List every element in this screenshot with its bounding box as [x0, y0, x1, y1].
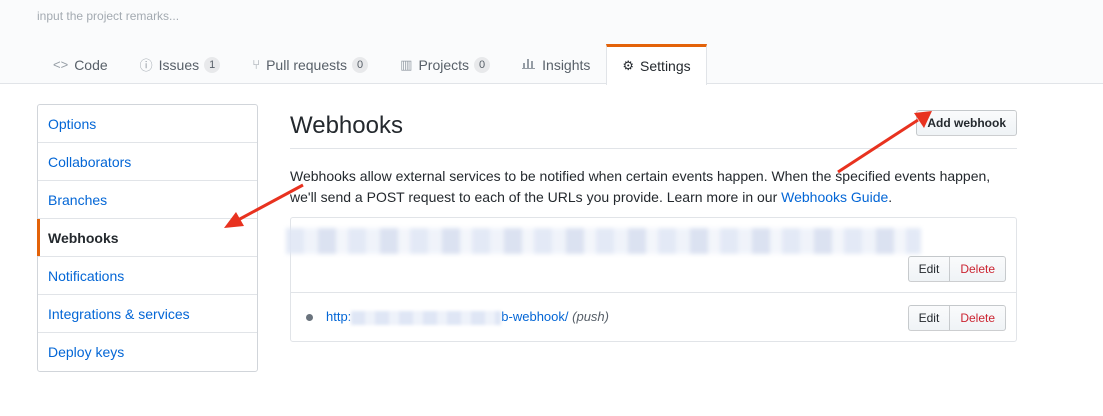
webhook-list: Edit Delete http: b-webhook/ (push) Edit … — [286, 217, 1017, 342]
edit-button[interactable]: Edit — [907, 256, 951, 282]
webhooks-guide-link[interactable]: Webhooks Guide — [781, 189, 888, 205]
pull-request-icon: ⑂ — [252, 57, 261, 72]
sidebar-item-branches[interactable]: Branches — [38, 181, 257, 219]
tab-settings[interactable]: ⚙ Settings — [606, 44, 707, 85]
code-icon: <> — [53, 57, 69, 72]
projects-count: 0 — [474, 56, 491, 73]
issues-count: 1 — [204, 56, 221, 73]
sidebar-item-notifications[interactable]: Notifications — [38, 257, 257, 295]
webhook-events: (push) — [572, 309, 609, 324]
webhook-url-link[interactable]: http: b-webhook/ — [326, 309, 569, 325]
webhooks-panel: Webhooks Add webhook Webhooks allow exte… — [286, 104, 1017, 342]
tab-label: Issues — [158, 56, 200, 73]
webhook-row: Edit Delete — [286, 218, 1016, 293]
webhook-row: http: b-webhook/ (push) Edit Delete — [291, 293, 1016, 341]
webhooks-description: Webhooks allow external services to be n… — [290, 166, 1017, 208]
sidebar-item-integrations[interactable]: Integrations & services — [38, 295, 257, 333]
tab-projects[interactable]: ▥ Projects 0 — [384, 44, 506, 84]
tab-label: Pull requests — [266, 56, 348, 73]
url-start: http: — [326, 309, 352, 324]
edit-button[interactable]: Edit — [907, 305, 951, 331]
sidebar-item-collaborators[interactable]: Collaborators — [38, 143, 257, 181]
tab-label: Settings — [640, 58, 691, 74]
add-webhook-button[interactable]: Add webhook — [916, 110, 1017, 136]
settings-sidebar: Options Collaborators Branches Webhooks … — [37, 104, 258, 372]
tab-label: Code — [74, 56, 108, 73]
delete-button[interactable]: Delete — [950, 305, 1006, 331]
webhook-actions: Edit Delete — [907, 305, 1006, 331]
sidebar-item-webhooks[interactable]: Webhooks — [37, 219, 257, 257]
tab-issues[interactable]: ⓘ Issues 1 — [124, 44, 237, 84]
description-end: . — [888, 189, 893, 205]
redacted-url — [286, 228, 921, 254]
webhook-actions: Edit Delete — [907, 256, 1006, 282]
tab-label: Projects — [418, 56, 470, 73]
tab-label: Insights — [542, 56, 591, 73]
delete-button[interactable]: Delete — [950, 256, 1006, 282]
url-end: b-webhook/ — [501, 309, 569, 324]
sidebar-item-deploy-keys[interactable]: Deploy keys — [38, 333, 257, 371]
project-icon: ▥ — [400, 56, 413, 72]
gear-icon: ⚙ — [622, 58, 635, 73]
graph-icon — [522, 57, 536, 72]
webhook-url-row: http: b-webhook/ (push) — [326, 309, 609, 325]
redacted-url-segment — [351, 310, 502, 325]
issue-icon: ⓘ — [139, 58, 153, 73]
page-title: Webhooks — [290, 112, 403, 139]
subhead: Webhooks Add webhook — [290, 104, 1017, 149]
status-dot-icon — [306, 314, 313, 321]
repo-header: input the project remarks... <> Code ⓘ I… — [0, 0, 1103, 85]
project-remarks[interactable]: input the project remarks... — [37, 9, 179, 23]
sidebar-item-options[interactable]: Options — [38, 105, 257, 143]
tab-code[interactable]: <> Code — [37, 44, 124, 84]
repo-nav-tabs: <> Code ⓘ Issues 1 ⑂ Pull requests 0 ▥ P… — [37, 44, 707, 85]
tab-insights[interactable]: Insights — [506, 44, 606, 84]
tab-pull-requests[interactable]: ⑂ Pull requests 0 — [236, 44, 384, 84]
pull-requests-count: 0 — [352, 56, 369, 73]
